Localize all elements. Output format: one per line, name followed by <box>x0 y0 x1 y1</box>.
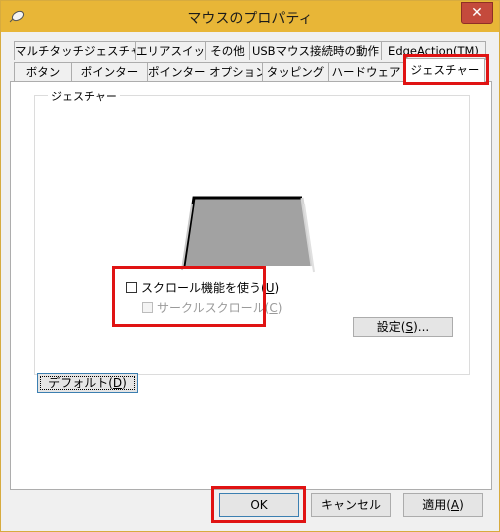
apply-accel: A <box>450 498 460 512</box>
tab-label: マルチタッチジェスチャー <box>15 44 135 58</box>
circle-suffix: ) <box>277 301 283 315</box>
dialog-client-area: マルチタッチジェスチャー エリアスイッチ その他 USBマウス接続時の動作 Ed… <box>8 32 492 525</box>
circle-scroll-label: サークルスクロール(C) <box>157 299 282 316</box>
circle-accel: C <box>269 301 278 315</box>
default-label: デフォルト( <box>48 376 113 390</box>
window-title: マウスのプロパティ <box>187 11 313 27</box>
ok-label: OK <box>250 498 268 512</box>
tab-pointer-options[interactable]: ポインター オプション <box>147 62 263 81</box>
tab-hardware[interactable]: ハードウェア <box>328 62 404 81</box>
circle-scroll-checkbox[interactable] <box>142 302 153 313</box>
settings-accel: S <box>405 320 414 334</box>
default-button[interactable]: デフォルト(D) <box>37 373 138 393</box>
tab-label: ポインター オプション <box>148 65 263 79</box>
tab-pointer[interactable]: ポインター <box>71 62 148 81</box>
settings-suffix: )... <box>413 320 430 334</box>
tab-label: エリアスイッチ <box>136 44 205 58</box>
apply-button[interactable]: 適用(A) <box>403 493 483 517</box>
tab-buttons[interactable]: ボタン <box>14 62 72 81</box>
tab-label: ボタン <box>25 65 61 79</box>
scroll-function-checkbox[interactable] <box>126 282 137 293</box>
tab-multitouch-gesture[interactable]: マルチタッチジェスチャー <box>14 41 136 60</box>
apply-suffix: ) <box>459 498 464 512</box>
cancel-button[interactable]: キャンセル <box>311 493 391 517</box>
close-icon: ✕ <box>471 5 483 21</box>
gesture-group-label: ジェスチャー <box>48 88 120 104</box>
tab-label: タッピング <box>266 65 325 79</box>
tab-other[interactable]: その他 <box>205 41 250 60</box>
settings-label: 設定( <box>376 320 406 334</box>
circle-label-text: サークルスクロール( <box>157 301 270 315</box>
tab-label: ジェスチャー <box>410 63 480 77</box>
tab-label: その他 <box>210 44 245 58</box>
title-bar[interactable]: マウスのプロパティ ✕ <box>1 1 499 32</box>
tab-label: EdgeAction(TM) <box>388 44 479 58</box>
scroll-suffix: ) <box>274 281 280 295</box>
settings-button[interactable]: 設定(S)... <box>353 317 453 337</box>
tab-label: USBマウス接続時の動作 <box>251 44 380 58</box>
scroll-function-label[interactable]: スクロール機能を使う(U) <box>141 279 279 296</box>
apply-label: 適用( <box>422 498 451 512</box>
tab-gesture[interactable]: ジェスチャー <box>405 58 485 82</box>
tab-label: ハードウェア <box>331 65 401 79</box>
default-suffix: ) <box>122 376 127 390</box>
close-button[interactable]: ✕ <box>461 2 493 24</box>
ok-button[interactable]: OK <box>219 493 299 517</box>
mouse-properties-window: マウスのプロパティ ✕ マルチタッチジェスチャー エリアスイッチ その他 USB… <box>0 0 500 532</box>
tab-label: ポインター <box>80 65 139 79</box>
default-accel: D <box>112 376 123 390</box>
touchpad-illustration <box>181 196 315 273</box>
cancel-label: キャンセル <box>320 498 381 512</box>
tab-area-switch[interactable]: エリアスイッチ <box>135 41 206 60</box>
scroll-label-text: スクロール機能を使う( <box>141 281 266 295</box>
tab-usb-mouse-behavior[interactable]: USBマウス接続時の動作 <box>249 41 382 60</box>
tab-tapping[interactable]: タッピング <box>262 62 329 81</box>
